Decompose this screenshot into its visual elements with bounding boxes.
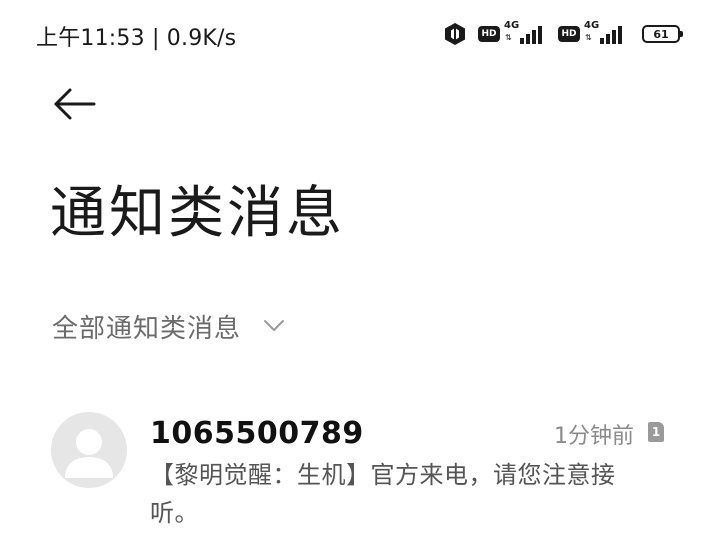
back-button[interactable] bbox=[50, 84, 98, 124]
hd-icon: HD bbox=[478, 26, 500, 42]
chevron-down-icon bbox=[264, 320, 285, 331]
signal-icon: 4G ⇅ bbox=[504, 20, 548, 46]
battery-icon: 61 bbox=[642, 25, 683, 43]
network-type-label-2: 4G bbox=[584, 20, 600, 31]
notification-messages-screen: 上午11:53 | 0.9K/s HD 4G ⇅ HD 4G ⇅ 61 通知类消… bbox=[0, 0, 720, 551]
signal-icon-2: 4G ⇅ bbox=[584, 20, 628, 46]
default-avatar-icon bbox=[51, 412, 127, 488]
message-preview: 【黎明觉醒：生机】官方来电，请您注意接听。 bbox=[150, 461, 616, 527]
data-arrows-icon-2: ⇅ bbox=[585, 33, 592, 42]
hexagon-app-icon bbox=[444, 22, 466, 46]
hd-icon-2: HD bbox=[558, 26, 580, 42]
message-list-item[interactable]: 1065500789 1分钟前 1 【黎明觉醒：生机】官方来电，请您注意接听。 bbox=[0, 400, 720, 540]
status-time-speed: 上午11:53 | 0.9K/s bbox=[36, 26, 237, 51]
status-bar: 上午11:53 | 0.9K/s HD 4G ⇅ HD 4G ⇅ 61 bbox=[0, 0, 720, 68]
message-time: 1分钟前 bbox=[554, 424, 634, 449]
signal-bars-2 bbox=[600, 26, 624, 44]
filter-selected-label: 全部通知类消息 bbox=[52, 313, 242, 344]
data-arrows-icon: ⇅ bbox=[505, 33, 512, 42]
message-sender: 1065500789 bbox=[150, 416, 364, 451]
page-title: 通知类消息 bbox=[50, 181, 345, 246]
arrow-left-icon bbox=[54, 88, 96, 120]
signal-bars bbox=[520, 26, 544, 44]
status-icons: HD 4G ⇅ HD 4G ⇅ 61 bbox=[444, 20, 683, 48]
network-type-label: 4G bbox=[504, 20, 520, 31]
sim-card-icon: 1 bbox=[648, 422, 664, 442]
filter-dropdown[interactable]: 全部通知类消息 bbox=[52, 306, 285, 346]
battery-level: 61 bbox=[653, 27, 669, 41]
